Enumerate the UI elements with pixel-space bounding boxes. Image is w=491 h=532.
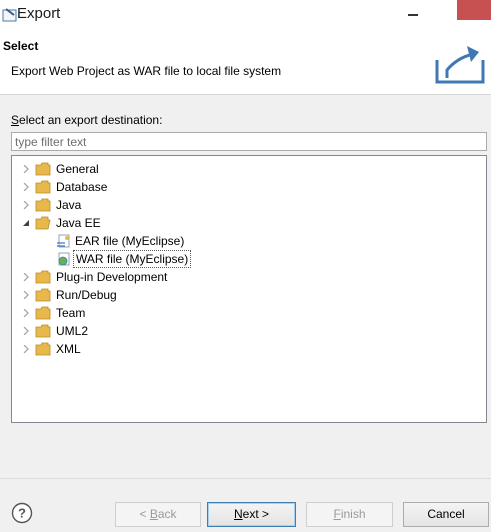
tree-item-database[interactable]: Database (12, 178, 486, 196)
tree-item-label: Database (56, 180, 108, 194)
destination-tree[interactable]: General Database Java Java EE EAR file (… (11, 155, 487, 423)
back-button[interactable]: < Back (115, 502, 201, 527)
finish-button[interactable]: Finish (306, 502, 393, 527)
tree-item-uml2[interactable]: UML2 (12, 322, 486, 340)
title-bar: Export (0, 0, 491, 30)
tree-item-label: XML (56, 342, 81, 356)
export-banner-icon (435, 46, 485, 84)
window-title: Export (17, 5, 61, 22)
expand-arrow-icon[interactable] (22, 273, 30, 281)
page-title: Select (3, 39, 39, 53)
tree-item-label: Java (56, 198, 82, 212)
expand-arrow-icon[interactable] (22, 165, 30, 173)
folder-icon (35, 180, 51, 194)
help-icon[interactable]: ? (11, 502, 33, 524)
tree-item-general[interactable]: General (12, 160, 486, 178)
ear-file-icon (57, 234, 70, 248)
expand-arrow-icon[interactable] (22, 201, 30, 209)
tree-item-label: WAR file (MyEclipse) (73, 250, 192, 268)
tree-item-label: UML2 (56, 324, 89, 338)
folder-icon (35, 324, 51, 338)
folder-open-icon (35, 216, 51, 230)
tree-item-team[interactable]: Team (12, 304, 486, 322)
destination-label: Select an export destination: (11, 113, 163, 127)
page-description: Export Web Project as WAR file to local … (11, 64, 282, 78)
eclipse-app-icon (2, 8, 17, 22)
tree-item-label: Java EE (56, 216, 101, 230)
tree-item-plugin-development[interactable]: Plug-in Development (12, 268, 486, 286)
folder-icon (35, 198, 51, 212)
expand-arrow-icon[interactable] (22, 183, 30, 191)
tree-item-label: Run/Debug (56, 288, 117, 302)
close-button[interactable] (457, 0, 491, 20)
tree-item-war-file[interactable]: WAR file (MyEclipse) (12, 250, 486, 268)
folder-icon (35, 306, 51, 320)
tree-item-xml[interactable]: XML (12, 340, 486, 358)
folder-icon (35, 162, 51, 176)
folder-icon (35, 288, 51, 302)
wizard-header: Select Export Web Project as WAR file to… (0, 30, 491, 95)
filter-input[interactable] (11, 132, 487, 151)
tree-item-run-debug[interactable]: Run/Debug (12, 286, 486, 304)
footer-divider (0, 478, 491, 479)
cancel-button[interactable]: Cancel (403, 502, 489, 527)
tree-item-label: General (56, 162, 99, 176)
folder-icon (35, 342, 51, 356)
collapse-arrow-icon[interactable] (22, 219, 30, 227)
tree-item-java-ee[interactable]: Java EE (12, 214, 486, 232)
expand-arrow-icon[interactable] (22, 291, 30, 299)
war-file-icon (58, 252, 70, 266)
tree-item-java[interactable]: Java (12, 196, 486, 214)
expand-arrow-icon[interactable] (22, 309, 30, 317)
tree-item-label: Team (56, 306, 86, 320)
folder-icon (35, 270, 51, 284)
tree-item-label: EAR file (MyEclipse) (75, 234, 185, 248)
expand-arrow-icon[interactable] (22, 327, 30, 335)
tree-item-ear-file[interactable]: EAR file (MyEclipse) (12, 232, 486, 250)
next-button[interactable]: Next > (207, 502, 296, 527)
minimize-icon[interactable] (406, 6, 420, 20)
tree-item-label: Plug-in Development (56, 270, 168, 284)
expand-arrow-icon[interactable] (22, 345, 30, 353)
svg-text:?: ? (18, 506, 26, 521)
